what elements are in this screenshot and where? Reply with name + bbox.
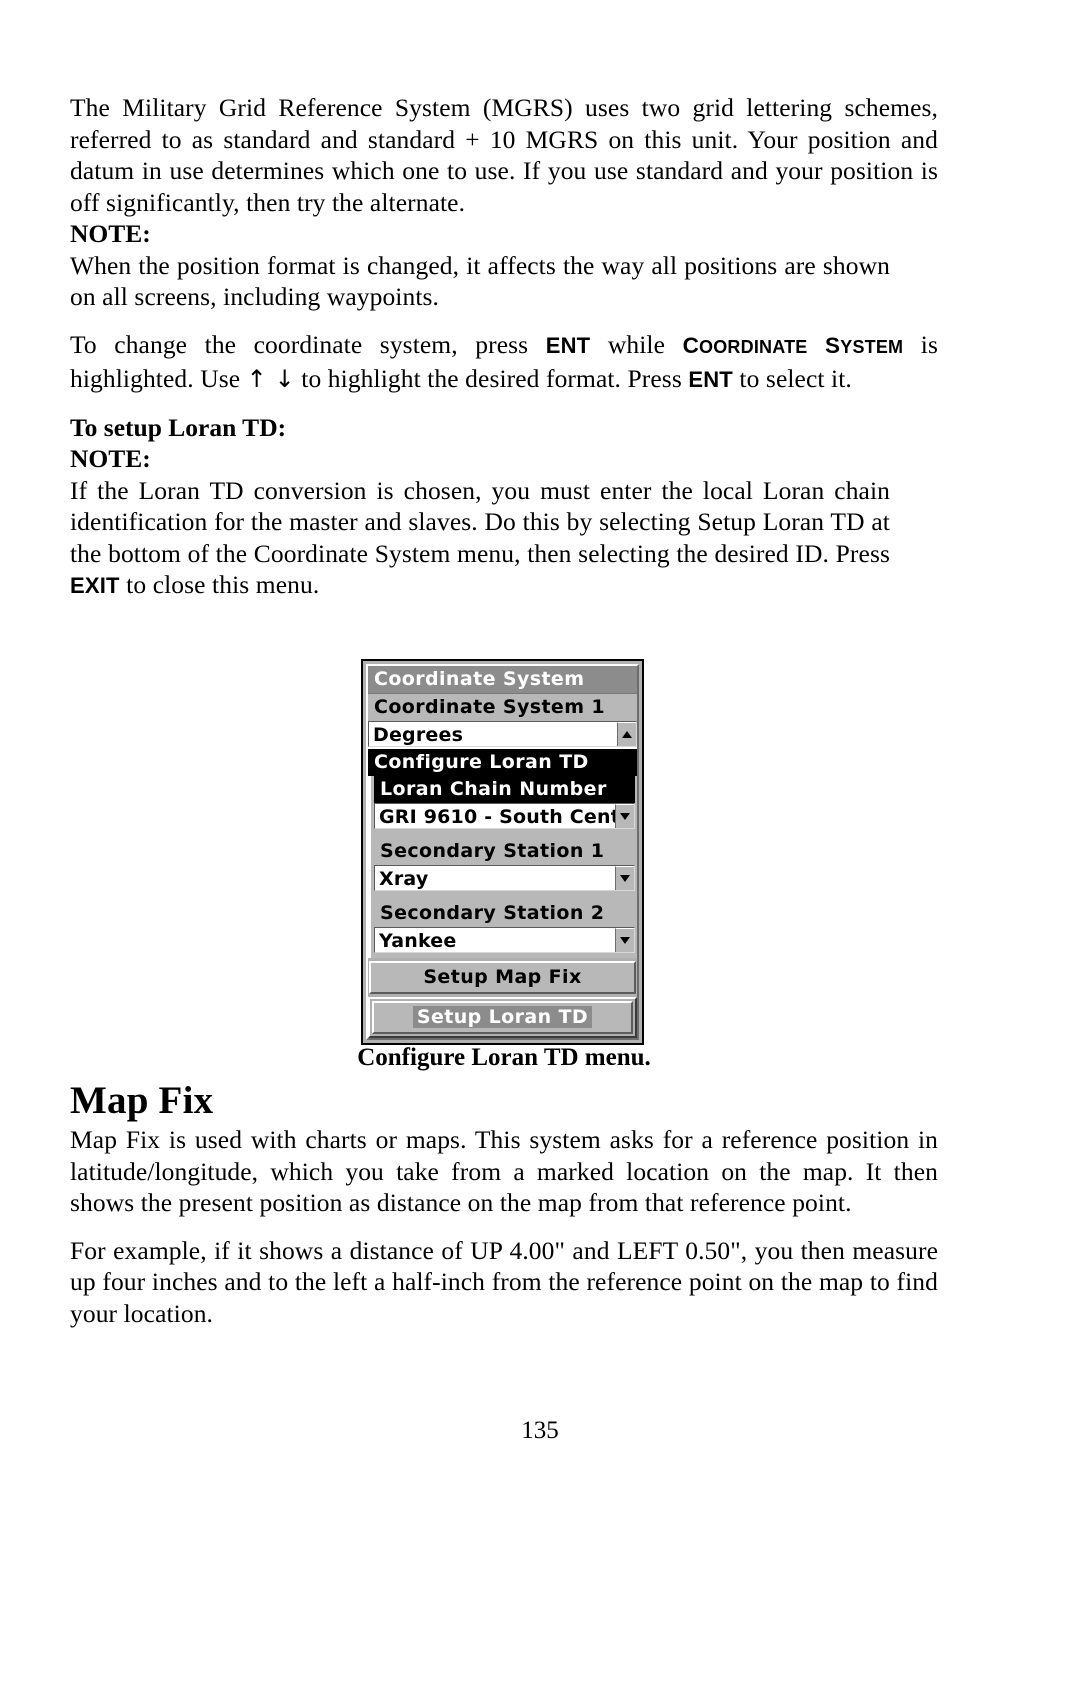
heading-to-setup-loran-td: To setup Loran TD: xyxy=(70,412,287,442)
dropdown-coordinate-system-1[interactable]: Degrees xyxy=(368,721,637,747)
dropdown-secondary-station-2[interactable]: Yankee xyxy=(374,927,635,953)
lcd-panel: Coordinate System Coordinate System 1 De… xyxy=(366,664,639,1040)
smallcap-initial-c: C xyxy=(682,332,700,358)
text-fragment: while xyxy=(590,329,683,359)
dropdown-value-gri-9610: GRI 9610 - South Central xyxy=(379,806,615,828)
page-content: The Military Grid Reference System (MGRS… xyxy=(70,92,938,602)
text-fragment: to highlight the desired format. Press xyxy=(294,364,689,393)
note-label-2: NOTE: xyxy=(70,444,151,473)
scroll-up-arrow-icon[interactable] xyxy=(617,722,636,746)
menu-title-coordinate-system: Coordinate System xyxy=(368,666,637,694)
note-body-1: When the position format is changed, it … xyxy=(70,250,890,312)
button-setup-loran-td-label: Setup Loran TD xyxy=(412,1006,593,1028)
heading-map-fix: Map Fix xyxy=(70,1079,214,1122)
figure-caption: Configure Loran TD menu. xyxy=(357,1044,651,1071)
note-body-2: If the Loran TD conversion is chosen, yo… xyxy=(70,475,890,602)
loran-td-settings-group: Loran Chain Number GRI 9610 - South Cent… xyxy=(368,776,637,958)
spacer xyxy=(374,829,635,838)
chevron-down-icon[interactable] xyxy=(615,804,634,828)
text-fragment: If the Loran TD conversion is chosen, yo… xyxy=(70,475,890,568)
paragraph-mapfix-2: For example, if it shows a distance of U… xyxy=(70,1235,938,1328)
spacer xyxy=(374,891,635,900)
dropdown-value-xray: Xray xyxy=(379,868,429,890)
text-fragment: to close this menu. xyxy=(119,570,320,599)
label-coordinate-system-1: Coordinate System 1 xyxy=(368,694,637,721)
page-number: 135 xyxy=(521,1417,559,1444)
dropdown-loran-chain-number[interactable]: GRI 9610 - South Central xyxy=(374,803,635,829)
smallcap-initial-s: S xyxy=(825,332,841,358)
key-ent-1: ENT xyxy=(545,332,591,358)
paragraph-change-coordinate-system: To change the coordinate system, press E… xyxy=(70,329,938,396)
page-content-lower: Map Fix Map Fix is used with charts or m… xyxy=(70,1078,938,1329)
text-fragment: To change the coordinate system, press xyxy=(70,329,546,359)
menu-name-coordinate-system: COORDINATE SYSTEM xyxy=(683,333,904,358)
label-secondary-station-1: Secondary Station 1 xyxy=(374,838,635,865)
chevron-down-icon[interactable] xyxy=(615,866,634,890)
manual-page: The Military Grid Reference System (MGRS… xyxy=(0,0,1080,1682)
label-secondary-station-2: Secondary Station 2 xyxy=(374,900,635,927)
updown-arrow-icon: ↑ ↓ xyxy=(246,365,295,393)
key-ent-2: ENT xyxy=(688,367,733,392)
gps-device-screen: Coordinate System Coordinate System 1 De… xyxy=(361,659,644,1045)
dropdown-value-degrees: Degrees xyxy=(373,724,464,746)
section-header-configure-loran-td: Configure Loran TD xyxy=(368,747,637,776)
figure-configure-loran-td: Coordinate System Coordinate System 1 De… xyxy=(361,659,646,1045)
text-fragment: to select it. xyxy=(732,364,852,393)
spacer xyxy=(374,953,635,958)
label-loran-chain-number: Loran Chain Number xyxy=(374,776,635,803)
paragraph-intro: The Military Grid Reference System (MGRS… xyxy=(70,93,938,217)
chevron-down-icon[interactable] xyxy=(615,928,634,952)
button-setup-loran-td-frame: Setup Loran TD xyxy=(368,997,637,1038)
smallcap-rest-ystem: YSTEM xyxy=(840,336,904,357)
key-exit: EXIT xyxy=(70,573,120,598)
smallcap-rest-oordinate: OORDINATE xyxy=(699,336,808,357)
button-setup-map-fix[interactable]: Setup Map Fix xyxy=(369,961,636,994)
button-setup-loran-td[interactable]: Setup Loran TD xyxy=(372,1001,633,1034)
paragraph-mapfix-1: Map Fix is used with charts or maps. Thi… xyxy=(70,1125,938,1217)
dropdown-secondary-station-1[interactable]: Xray xyxy=(374,865,635,891)
dropdown-value-yankee: Yankee xyxy=(379,930,457,952)
note-label-1: NOTE: xyxy=(70,219,151,248)
